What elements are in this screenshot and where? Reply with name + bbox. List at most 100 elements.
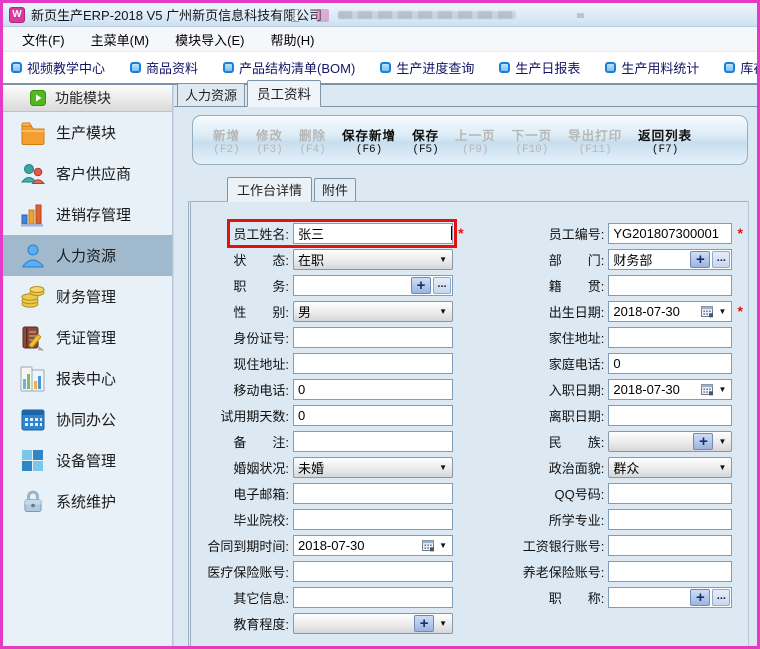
add-button[interactable]: + (414, 615, 434, 632)
form-row: 性 别:男▼出生日期:2018-07-30▼* (193, 298, 748, 324)
add-button[interactable]: + (690, 251, 710, 268)
field-value: 未婚 (298, 458, 436, 477)
chevron-down-icon[interactable]: ▼ (715, 463, 731, 472)
medical-insurance-account-field[interactable] (293, 561, 453, 582)
quickbar-item[interactable]: 库存查询 (724, 58, 757, 77)
sidebar-item-book[interactable]: 凭证管理 (3, 317, 172, 358)
pension-account-field[interactable] (608, 561, 732, 582)
quickbar-item-label: 生产日报表 (515, 58, 580, 77)
department-field[interactable]: 财务部+... (608, 249, 732, 270)
qq-number-field[interactable] (608, 483, 732, 504)
calendar-icon[interactable] (700, 304, 714, 318)
birth-date-field[interactable]: 2018-07-30▼ (608, 301, 732, 322)
job-title-field[interactable]: +... (608, 587, 732, 608)
quickbar-item[interactable]: 产品结构清单(BOM) (223, 58, 355, 77)
module-icon (11, 62, 22, 73)
sidebar-item-squares[interactable]: 设备管理 (3, 440, 172, 481)
sidebar-item-chart[interactable]: 进销存管理 (3, 194, 172, 235)
employee-no-field[interactable]: YG201807300001 (608, 223, 732, 244)
chevron-down-icon[interactable]: ▼ (436, 619, 452, 628)
hire-date-field[interactable]: 2018-07-30▼ (608, 379, 732, 400)
home-address-field[interactable] (608, 327, 732, 348)
field-group: 性 别:男▼ (193, 301, 453, 322)
chevron-down-icon[interactable]: ▼ (436, 541, 452, 550)
chevron-down-icon[interactable]: ▼ (436, 255, 452, 264)
sidebar-item-lock[interactable]: 系统维护 (3, 481, 172, 522)
chevron-down-icon[interactable]: ▼ (436, 463, 452, 472)
toolbar-button[interactable]: 保存(F5) (404, 125, 447, 156)
gender-field[interactable]: 男▼ (293, 301, 453, 322)
subtab-attachment[interactable]: 附件 (314, 178, 356, 201)
chevron-down-icon[interactable]: ▼ (715, 437, 731, 446)
probation-days-field[interactable]: 0 (293, 405, 453, 426)
toolbar-button-key: (F2) (213, 144, 240, 156)
quickbar-item[interactable]: 生产日报表 (499, 58, 580, 77)
chevron-down-icon[interactable]: ▼ (436, 307, 452, 316)
chevron-down-icon[interactable]: ▼ (715, 385, 731, 394)
add-button[interactable]: + (690, 589, 710, 606)
sidebar-item-people[interactable]: 客户供应商 (3, 153, 172, 194)
remark-field[interactable] (293, 431, 453, 452)
toolbar-button[interactable]: 返回列表(F7) (630, 125, 700, 156)
political-status-field[interactable]: 群众▼ (608, 457, 732, 478)
sidebar-item-calendar[interactable]: 协同办公 (3, 399, 172, 440)
pension-account-label: 养老保险账号: (478, 562, 608, 581)
form-row: 移动电话:0 入职日期:2018-07-30▼ (193, 376, 748, 402)
sidebar-item-coins[interactable]: 财务管理 (3, 276, 172, 317)
quickbar-item[interactable]: 商品资料 (130, 58, 198, 77)
browse-button[interactable]: ... (712, 589, 730, 606)
gender-label: 性 别: (193, 302, 293, 321)
sidebar-item-label: 进销存管理 (56, 204, 131, 225)
field-group: 电子邮箱: (193, 483, 453, 504)
toolbar-button[interactable]: 保存新增(F6) (334, 125, 404, 156)
other-info-field[interactable] (293, 587, 453, 608)
browse-button[interactable]: ... (433, 277, 451, 294)
field-group: 政治面貌:群众▼ (478, 457, 732, 478)
current-address-field[interactable] (293, 353, 453, 374)
toolbar-button: 删除(F4) (291, 125, 334, 156)
birth-date-label: 出生日期: (478, 302, 608, 321)
add-button[interactable]: + (693, 433, 713, 450)
menu-item[interactable]: 文件(F) (9, 28, 78, 51)
remark-label: 备 注: (193, 432, 293, 451)
sidebar-item-folder[interactable]: 生产模块 (3, 112, 172, 153)
email-field[interactable] (293, 483, 453, 504)
sidebar-item-person[interactable]: 人力资源 (3, 235, 172, 276)
menu-item[interactable]: 主菜单(M) (78, 28, 163, 51)
status-field[interactable]: 在职▼ (293, 249, 453, 270)
subtab-workbench-detail[interactable]: 工作台详情 (227, 177, 312, 202)
home-phone-field[interactable]: 0 (608, 353, 732, 374)
id-card-field[interactable] (293, 327, 453, 348)
mobile-phone-field[interactable]: 0 (293, 379, 453, 400)
employee-name-field[interactable]: 张三 (293, 223, 453, 244)
quickbar-item[interactable]: 生产进度查询 (380, 58, 474, 77)
quickbar-item[interactable]: 视频教学中心 (11, 58, 105, 77)
graduate-school-field[interactable] (293, 509, 453, 530)
sidebar-item-report[interactable]: 报表中心 (3, 358, 172, 399)
chevron-down-icon[interactable]: ▼ (715, 307, 731, 316)
calendar-icon[interactable] (421, 538, 435, 552)
form-row: 婚姻状况:未婚▼政治面貌:群众▼ (193, 454, 748, 480)
major-field[interactable] (608, 509, 732, 530)
add-button[interactable]: + (411, 277, 431, 294)
browse-button[interactable]: ... (712, 251, 730, 268)
field-group: 移动电话:0 (193, 379, 453, 400)
menu-item[interactable]: 模块导入(E) (162, 28, 257, 51)
form-row: 医疗保险账号:养老保险账号: (193, 558, 748, 584)
tab-employee-record[interactable]: 员工资料 (247, 80, 321, 107)
education-level-field[interactable]: +▼ (293, 613, 453, 634)
salary-bank-account-field[interactable] (608, 535, 732, 556)
menu-item[interactable]: 帮助(H) (257, 28, 327, 51)
employee-form: 员工姓名:张三*员工编号:YG201807300001*状 态:在职▼部 门:财… (188, 201, 749, 646)
ethnicity-field[interactable]: +▼ (608, 431, 732, 452)
native-place-field[interactable] (608, 275, 732, 296)
field-group: 入职日期:2018-07-30▼ (478, 379, 732, 400)
position-field[interactable]: +... (293, 275, 453, 296)
tab-hr-module[interactable]: 人力资源 (177, 83, 245, 106)
quickbar-item[interactable]: 生产用料统计 (605, 58, 699, 77)
leave-date-field[interactable] (608, 405, 732, 426)
contract-expiry-field[interactable]: 2018-07-30▼ (293, 535, 453, 556)
calendar-icon[interactable] (700, 382, 714, 396)
marital-status-field[interactable]: 未婚▼ (293, 457, 453, 478)
highlighted-field-group: 员工姓名:张三 (231, 223, 453, 244)
